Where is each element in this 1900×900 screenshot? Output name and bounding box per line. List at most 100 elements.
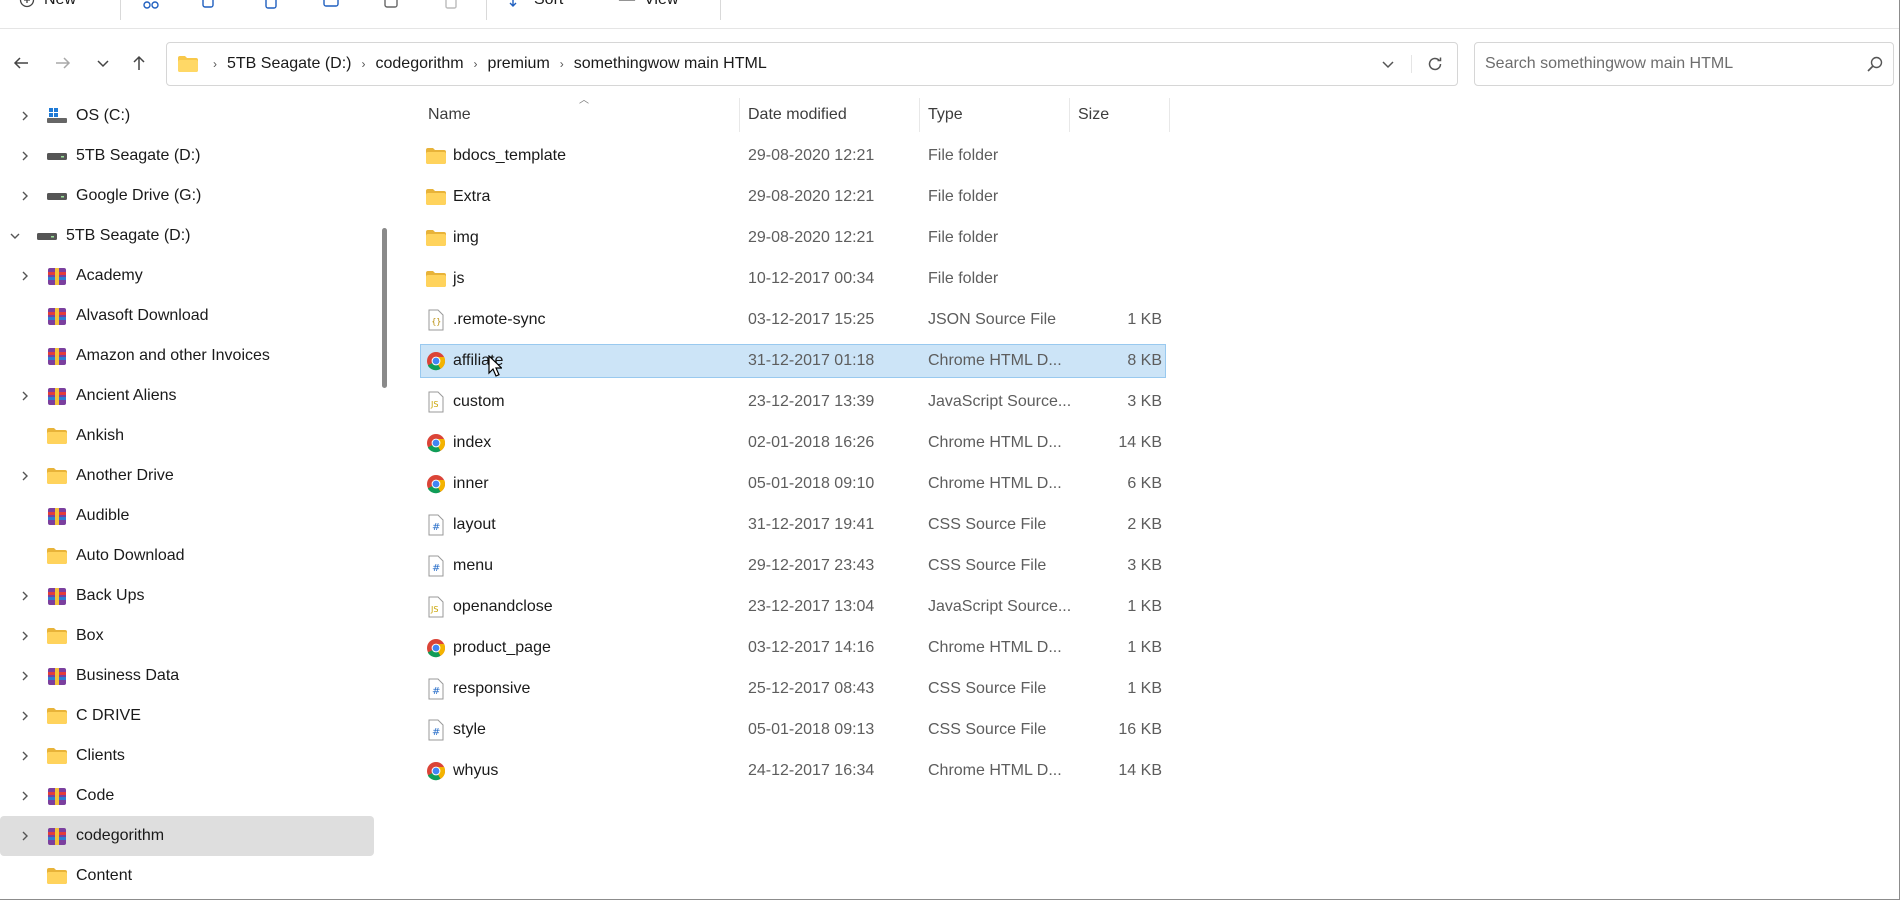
sidebar-item[interactable]: Business Data bbox=[0, 656, 374, 696]
chrome-icon bbox=[425, 760, 447, 782]
breadcrumb-chevron-icon[interactable]: › bbox=[356, 57, 372, 71]
paste-button[interactable] bbox=[262, 0, 280, 12]
breadcrumb-item[interactable]: premium bbox=[484, 55, 554, 73]
sidebar-item[interactable]: Audible bbox=[0, 496, 374, 536]
column-header-date-modified[interactable]: Date modified bbox=[740, 98, 920, 132]
back-button[interactable] bbox=[6, 50, 36, 80]
cut-button[interactable] bbox=[142, 0, 160, 12]
navigation-scrollbar[interactable] bbox=[382, 228, 387, 388]
chevron-right-icon[interactable] bbox=[18, 710, 32, 722]
svg-text:{}: {} bbox=[432, 317, 442, 326]
file-row[interactable]: # responsive 25-12-2017 08:43 CSS Source Fi… bbox=[420, 672, 1166, 706]
file-row[interactable]: product_page 03-12-2017 14:16 Chrome HTML … bbox=[420, 631, 1166, 665]
search-box[interactable] bbox=[1474, 42, 1894, 86]
chevron-right-icon[interactable] bbox=[18, 830, 32, 842]
sidebar-item[interactable]: OS (C:) bbox=[0, 96, 374, 136]
address-bar[interactable]: › 5TB Seagate (D:) › codegorithm › premi… bbox=[166, 42, 1458, 86]
column-header-size[interactable]: Size bbox=[1070, 98, 1170, 132]
file-row[interactable]: # menu 29-12-2017 23:43 CSS Source File 3 KB bbox=[420, 549, 1166, 583]
breadcrumb-chevron-icon[interactable]: › bbox=[468, 57, 484, 71]
sidebar-item[interactable]: Box bbox=[0, 616, 374, 656]
chevron-right-icon[interactable] bbox=[18, 110, 32, 122]
sidebar-item[interactable]: Academy bbox=[0, 256, 374, 296]
navigation-pane: OS (C:) 5TB Seagate (D:) Google Drive (G:)… bbox=[0, 96, 380, 900]
sidebar-item[interactable]: Auto Download bbox=[0, 536, 374, 576]
search-icon[interactable] bbox=[1867, 56, 1883, 72]
file-row[interactable]: inner 05-01-2018 09:10 Chrome HTML D... 6 K… bbox=[420, 467, 1166, 501]
chevron-right-icon[interactable] bbox=[18, 630, 32, 642]
sidebar-item-label: Ankish bbox=[76, 427, 125, 444]
file-row[interactable]: {} .remote-sync 03-12-2017 15:25 JSON Sourc… bbox=[420, 303, 1166, 337]
breadcrumb-chevron-icon[interactable]: › bbox=[554, 57, 570, 71]
sidebar-item-label: Google Drive (G:) bbox=[76, 187, 202, 204]
chevron-right-icon[interactable] bbox=[18, 470, 32, 482]
sidebar-item[interactable]: Alvasoft Download bbox=[0, 296, 374, 336]
sidebar-item[interactable]: codegorithm bbox=[0, 816, 374, 856]
file-row[interactable]: # style 05-01-2018 09:13 CSS Source File 16 … bbox=[420, 713, 1166, 747]
recent-locations-button[interactable] bbox=[88, 50, 118, 80]
file-row[interactable]: whyus 24-12-2017 16:34 Chrome HTML D... 14 … bbox=[420, 754, 1166, 788]
breadcrumb-item-current[interactable]: somethingwow main HTML bbox=[570, 55, 771, 73]
chevron-right-icon[interactable] bbox=[18, 150, 32, 162]
up-button[interactable] bbox=[124, 50, 154, 80]
sidebar-item[interactable]: Ankish bbox=[0, 416, 374, 456]
column-header-type[interactable]: Type bbox=[920, 98, 1070, 132]
file-name-cell: {} .remote-sync bbox=[421, 304, 731, 336]
sidebar-item[interactable]: 5TB Seagate (D:) bbox=[0, 216, 374, 256]
share-icon bbox=[382, 0, 400, 9]
sort-button[interactable]: Sort bbox=[508, 0, 563, 12]
breadcrumb-chevron-icon[interactable]: › bbox=[207, 57, 223, 71]
file-date-modified: 25-12-2017 08:43 bbox=[748, 680, 875, 697]
file-row[interactable]: # layout 31-12-2017 19:41 CSS Source File 2 … bbox=[420, 508, 1166, 542]
sidebar-item[interactable]: Ancient Aliens bbox=[0, 376, 374, 416]
chevron-right-icon[interactable] bbox=[18, 670, 32, 682]
chevron-right-icon[interactable] bbox=[18, 270, 32, 282]
chevron-right-icon[interactable] bbox=[18, 190, 32, 202]
file-name: .remote-sync bbox=[453, 311, 546, 328]
sidebar-item-label: codegorithm bbox=[76, 827, 165, 844]
forward-button[interactable] bbox=[48, 50, 78, 80]
sidebar-item[interactable]: Amazon and other Invoices bbox=[0, 336, 374, 376]
file-date-modified: 29-08-2020 12:21 bbox=[748, 229, 875, 246]
new-button[interactable]: New bbox=[18, 0, 76, 12]
sidebar-item[interactable]: C DRIVE bbox=[0, 696, 374, 736]
sidebar-item[interactable]: Back Ups bbox=[0, 576, 374, 616]
share-button[interactable] bbox=[382, 0, 400, 12]
sidebar-item-label: Alvasoft Download bbox=[76, 307, 209, 324]
file-row[interactable]: bdocs_template 29-08-2020 12:21 File folde… bbox=[420, 139, 1166, 173]
delete-button[interactable] bbox=[442, 0, 460, 12]
chevron-right-icon[interactable] bbox=[18, 790, 32, 802]
sidebar-item[interactable]: Google Drive (G:) bbox=[0, 176, 374, 216]
copy-button[interactable] bbox=[200, 0, 218, 12]
chevron-right-icon[interactable] bbox=[18, 390, 32, 402]
chevron-right-icon[interactable] bbox=[18, 590, 32, 602]
file-size: 3 KB bbox=[1127, 393, 1162, 410]
file-row[interactable]: JS openandclose 23-12-2017 13:04 JavaScript… bbox=[420, 590, 1166, 624]
sidebar-item[interactable]: Code bbox=[0, 776, 374, 816]
search-input[interactable] bbox=[1485, 55, 1867, 73]
refresh-button[interactable] bbox=[1411, 55, 1457, 73]
column-header-name[interactable]: Name bbox=[420, 98, 740, 132]
file-type: File folder bbox=[928, 147, 999, 164]
chevron-right-icon[interactable] bbox=[18, 750, 32, 762]
rename-button[interactable] bbox=[322, 0, 340, 12]
file-row[interactable]: js 10-12-2017 00:34 File folder bbox=[420, 262, 1166, 296]
sidebar-item[interactable]: Content bbox=[0, 856, 374, 896]
file-row[interactable]: affiliate 31-12-2017 01:18 Chrome HTML D..… bbox=[420, 344, 1166, 378]
file-row[interactable]: Extra 29-08-2020 12:21 File folder bbox=[420, 180, 1166, 214]
view-button[interactable]: View bbox=[618, 0, 678, 12]
breadcrumb-item[interactable]: codegorithm bbox=[372, 55, 468, 73]
sidebar-item[interactable]: 5TB Seagate (D:) bbox=[0, 136, 374, 176]
sidebar-item[interactable]: Clients bbox=[0, 736, 374, 776]
column-header-row: Name Date modified Type Size bbox=[420, 98, 1170, 132]
chevron-down-icon[interactable] bbox=[8, 231, 22, 241]
address-history-button[interactable] bbox=[1365, 57, 1411, 71]
file-row[interactable]: img 29-08-2020 12:21 File folder bbox=[420, 221, 1166, 255]
file-row[interactable]: index 02-01-2018 16:26 Chrome HTML D... 14 … bbox=[420, 426, 1166, 460]
file-name: bdocs_template bbox=[453, 147, 566, 164]
breadcrumb-item[interactable]: 5TB Seagate (D:) bbox=[223, 55, 356, 73]
file-name: responsive bbox=[453, 680, 531, 697]
winrar-icon bbox=[46, 266, 68, 286]
sidebar-item[interactable]: Another Drive bbox=[0, 456, 374, 496]
file-row[interactable]: JS custom 23-12-2017 13:39 JavaScript Sourc… bbox=[420, 385, 1166, 419]
